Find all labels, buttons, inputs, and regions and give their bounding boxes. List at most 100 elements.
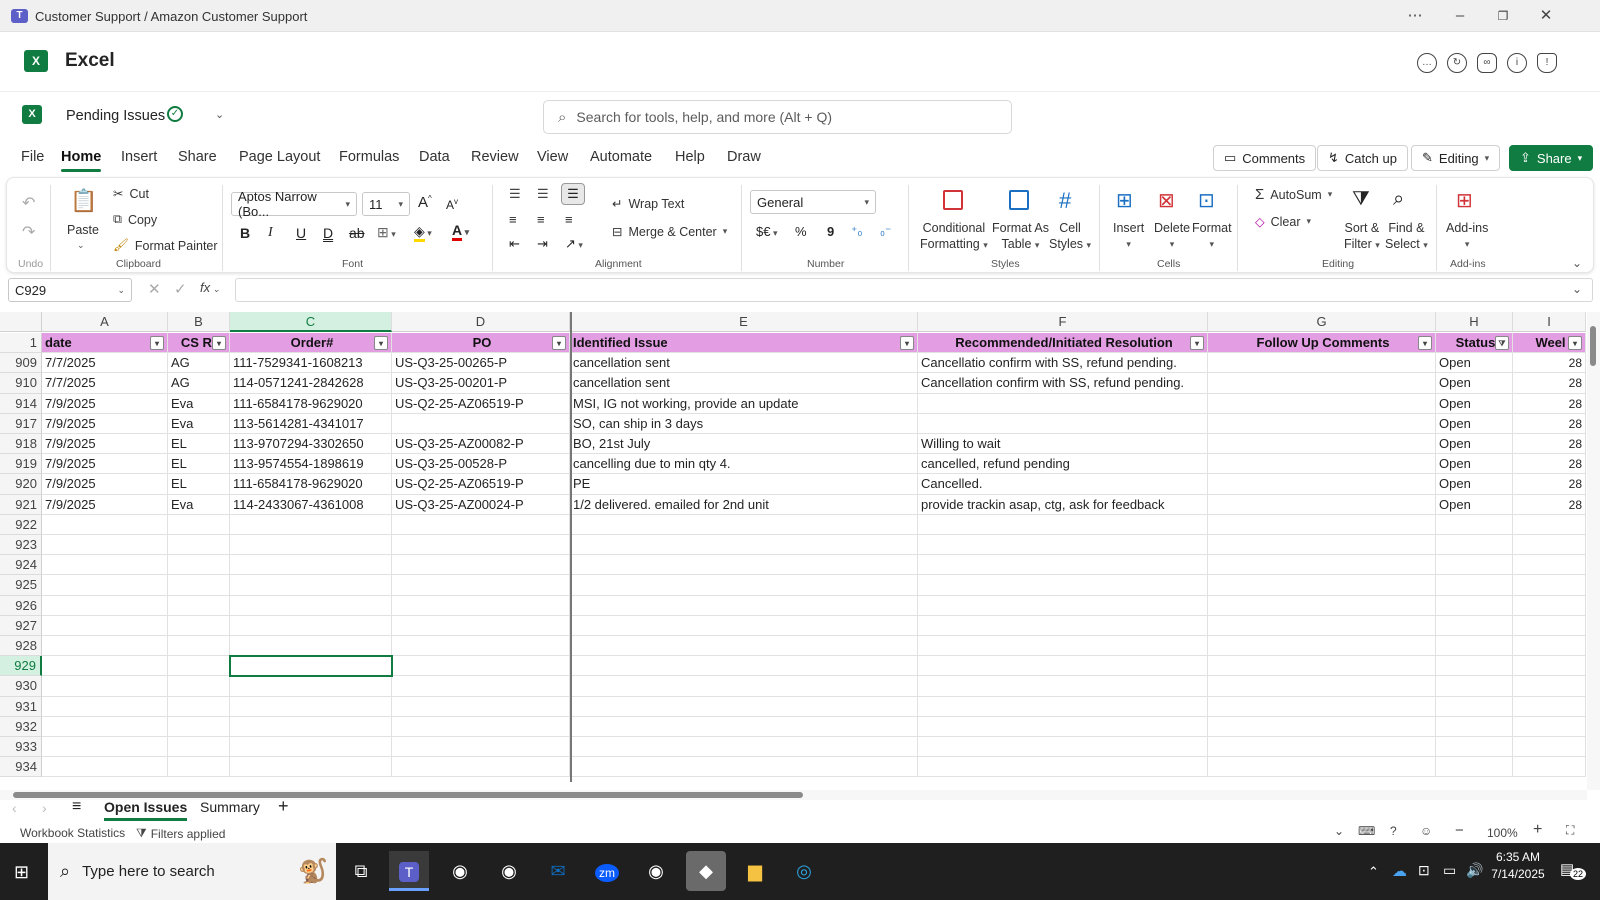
table-header-cell[interactable]: Identified Issue ▾ xyxy=(570,333,918,354)
refresh-icon[interactable]: ↻ xyxy=(1447,53,1467,73)
decrease-indent-icon[interactable]: ⇤ xyxy=(509,236,520,252)
all-sheets-menu-icon[interactable]: ≡ xyxy=(72,798,81,816)
empty-cell[interactable] xyxy=(168,737,230,758)
app-icon[interactable]: ◆ xyxy=(686,851,726,891)
cell-followup[interactable] xyxy=(1208,413,1436,434)
redo-icon[interactable]: ↷ xyxy=(22,222,35,242)
row-header[interactable]: 926 xyxy=(0,595,42,616)
empty-cell[interactable] xyxy=(1208,615,1436,636)
empty-cell[interactable] xyxy=(230,575,392,596)
cell-po[interactable]: US-Q3-25-00265-P xyxy=(392,353,570,374)
autosum-button[interactable]: Σ AutoSum ▾ xyxy=(1255,186,1332,203)
cell-resolution[interactable]: Cancelled. xyxy=(918,474,1208,495)
ribbon-expand-icon[interactable]: ⌄ xyxy=(1572,256,1582,270)
name-box[interactable]: C929 ⌄ xyxy=(8,278,132,302)
cell-cs[interactable]: EL xyxy=(168,474,230,495)
tab-draw[interactable]: Draw xyxy=(727,149,761,165)
decrease-font-icon[interactable]: Av xyxy=(446,197,458,212)
empty-cell[interactable] xyxy=(230,555,392,576)
paste-button[interactable]: Paste xyxy=(67,223,99,237)
table-header-cell[interactable]: Recommended/Initiated Resolution ▾ xyxy=(918,333,1208,354)
double-underline-icon[interactable]: D xyxy=(323,225,333,241)
row-header[interactable]: 921 xyxy=(0,494,42,515)
empty-cell[interactable] xyxy=(168,514,230,535)
row-header[interactable]: 922 xyxy=(0,514,42,535)
align-right-icon[interactable]: ≡ xyxy=(565,212,573,227)
chat-icon[interactable]: … xyxy=(1417,53,1437,73)
chrome-icon[interactable]: ◉ xyxy=(440,851,480,891)
cell-po[interactable]: US-Q2-25-AZ06519-P xyxy=(392,393,570,414)
cell-cs[interactable]: Eva xyxy=(168,393,230,414)
empty-cell[interactable] xyxy=(1208,535,1436,556)
empty-cell[interactable] xyxy=(392,636,570,657)
filter-dropdown-icon[interactable]: ▾ xyxy=(374,336,388,350)
align-bottom-icon[interactable]: ☰ xyxy=(561,183,585,205)
table-header-cell[interactable]: CS Re ▾ xyxy=(168,333,230,354)
cell-followup[interactable] xyxy=(1208,373,1436,394)
empty-cell[interactable] xyxy=(230,514,392,535)
column-header-g[interactable]: G xyxy=(1208,312,1436,332)
empty-cell[interactable] xyxy=(42,656,168,677)
cell-cs[interactable]: EL xyxy=(168,454,230,475)
empty-cell[interactable] xyxy=(918,636,1208,657)
cell-resolution[interactable]: cancelled, refund pending xyxy=(918,454,1208,475)
cell-status[interactable]: Open xyxy=(1436,413,1513,434)
increase-font-icon[interactable]: A^ xyxy=(418,194,432,211)
empty-cell[interactable] xyxy=(918,535,1208,556)
maximize-icon[interactable]: ❐ xyxy=(1493,6,1513,26)
edge-icon[interactable]: ◎ xyxy=(784,851,824,891)
clear-button[interactable]: ◇ Clear ▾ xyxy=(1255,214,1311,230)
empty-cell[interactable] xyxy=(1436,555,1513,576)
decrease-decimal-icon[interactable]: ₀⁻ xyxy=(880,224,891,238)
align-middle-icon[interactable]: ☰ xyxy=(537,186,549,202)
tab-review[interactable]: Review xyxy=(471,149,519,165)
sheet-tab-summary[interactable]: Summary xyxy=(200,799,260,815)
zoom-in-icon[interactable]: + xyxy=(1533,821,1542,839)
row-header[interactable]: 934 xyxy=(0,757,42,778)
row-header[interactable]: 933 xyxy=(0,737,42,758)
empty-cell[interactable] xyxy=(392,656,570,677)
cell-week[interactable]: 28 xyxy=(1513,373,1586,394)
comma-style-icon[interactable]: 9 xyxy=(827,224,834,239)
empty-cell[interactable] xyxy=(1513,555,1586,576)
cell-date[interactable]: 7/9/2025 xyxy=(42,474,168,495)
cell-followup[interactable] xyxy=(1208,474,1436,495)
catch-up-button[interactable]: ↯ Catch up xyxy=(1317,145,1408,171)
cell-issue[interactable]: cancellation sent xyxy=(570,353,918,374)
cell-status[interactable]: Open xyxy=(1436,353,1513,374)
empty-cell[interactable] xyxy=(570,575,918,596)
empty-cell[interactable] xyxy=(168,575,230,596)
empty-cell[interactable] xyxy=(1513,676,1586,697)
empty-cell[interactable] xyxy=(1436,535,1513,556)
empty-cell[interactable] xyxy=(42,595,168,616)
tab-data[interactable]: Data xyxy=(419,149,450,165)
empty-cell[interactable] xyxy=(918,757,1208,778)
empty-cell[interactable] xyxy=(918,555,1208,576)
empty-cell[interactable] xyxy=(1513,514,1586,535)
security-icon[interactable]: ⊡ xyxy=(1418,862,1430,879)
cell-week[interactable]: 28 xyxy=(1513,413,1586,434)
empty-cell[interactable] xyxy=(570,535,918,556)
empty-cell[interactable] xyxy=(1208,676,1436,697)
chrome-icon-2[interactable]: ◉ xyxy=(636,851,676,891)
orientation-icon[interactable]: ↗ ▾ xyxy=(565,236,583,252)
empty-cell[interactable] xyxy=(392,514,570,535)
search-box[interactable]: ⌕ Search for tools, help, and more (Alt … xyxy=(543,100,1012,134)
cell-status[interactable]: Open xyxy=(1436,454,1513,475)
empty-cell[interactable] xyxy=(1436,676,1513,697)
column-header-d[interactable]: D xyxy=(392,312,570,332)
column-header-f[interactable]: F xyxy=(918,312,1208,332)
show-hidden-icons-icon[interactable]: ⌃ xyxy=(1368,864,1379,880)
cell-date[interactable]: 7/7/2025 xyxy=(42,373,168,394)
cell-order[interactable]: 111-6584178-9629020 xyxy=(230,474,392,495)
cell-po[interactable]: US-Q3-25-00528-P xyxy=(392,454,570,475)
empty-cell[interactable] xyxy=(1208,716,1436,737)
table-header-cell[interactable]: Order# ▾ xyxy=(230,333,392,354)
share-button[interactable]: ⇪ Share ▾ xyxy=(1509,145,1594,171)
cell-order[interactable]: 113-9574554-1898619 xyxy=(230,454,392,475)
cell-cs[interactable]: Eva xyxy=(168,413,230,434)
spreadsheet-grid[interactable]: ABCDEFGHI 1 date ▾ CS Re ▾ Order# ▾ PO ▾ Identifi… xyxy=(0,312,1586,782)
empty-cell[interactable] xyxy=(918,676,1208,697)
filter-dropdown-icon[interactable]: ▾ xyxy=(1418,336,1432,350)
empty-cell[interactable] xyxy=(230,737,392,758)
